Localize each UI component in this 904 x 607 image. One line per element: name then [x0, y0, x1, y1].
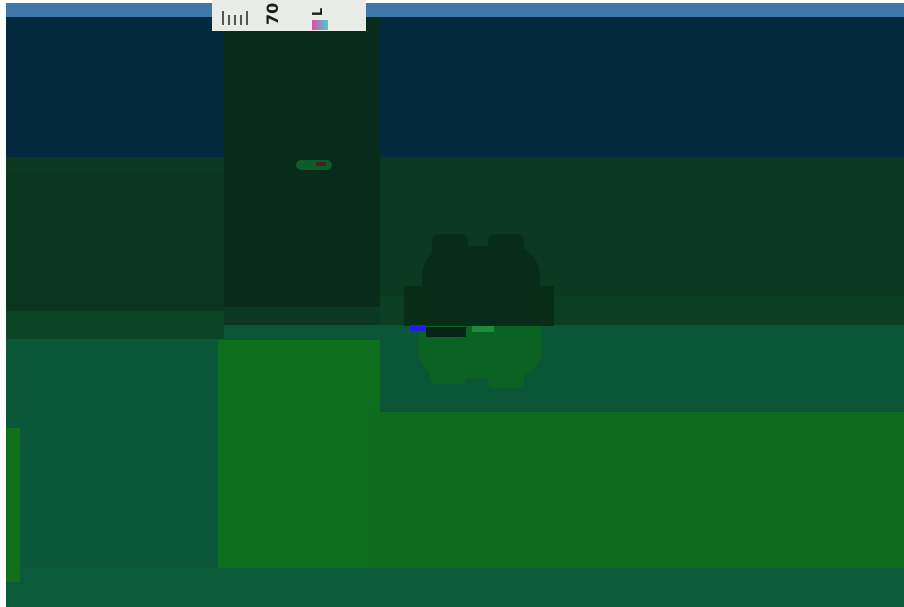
dark-green-left-block: [6, 171, 224, 311]
gear-cog: [488, 234, 524, 260]
ruler-number: 70: [263, 2, 282, 25]
bright-green-right-block: [370, 412, 904, 568]
ruler-tick: [234, 15, 236, 25]
measuring-ruler: [212, 0, 366, 31]
gear-cog: [432, 234, 468, 260]
red-spot-artifact: [316, 162, 326, 166]
blue-pixel-artifact: [410, 325, 426, 331]
dark-pixel-artifact: [426, 327, 466, 337]
navy-region: [6, 17, 904, 174]
ruler-letter: L: [311, 7, 326, 17]
ruler-tick: [228, 15, 230, 25]
glitched-photo: 70 L: [0, 0, 904, 607]
teal-green-left-block: [6, 339, 224, 601]
dark-green-lower-left-strip: [6, 311, 224, 339]
gear-cog: [430, 364, 466, 384]
bright-green-left-edge: [6, 428, 20, 582]
ruler-tick: [222, 11, 224, 25]
ruler-tick: [240, 15, 242, 25]
ruler-color-swatch: [312, 20, 328, 30]
bright-green-column: [218, 340, 380, 568]
gear-cog: [488, 364, 524, 388]
green-pixel-artifact: [472, 326, 494, 332]
teal-bottom-strip: [6, 567, 904, 607]
green-spot-artifact: [296, 160, 332, 170]
ruler-tick: [246, 11, 248, 25]
